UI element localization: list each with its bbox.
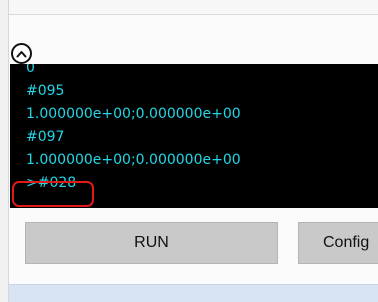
- console-line: 1.000000e+00;0.000000e+00: [26, 152, 241, 168]
- prompt-highlight-box: [12, 181, 94, 207]
- console-line: 1.000000e+00;0.000000e+00: [26, 106, 241, 122]
- collapse-button[interactable]: [11, 43, 32, 64]
- window-left-border: [0, 0, 9, 302]
- app-window: 0 #095 1.000000e+00;0.000000e+00 #097 1.…: [0, 0, 378, 302]
- config-button[interactable]: Config: [298, 222, 378, 264]
- console-lines: 0 #095 1.000000e+00;0.000000e+00 #097 1.…: [26, 64, 241, 195]
- top-panel: [9, 0, 378, 15]
- bottom-bar: [9, 284, 378, 302]
- chevron-up-icon: [16, 50, 27, 57]
- run-button[interactable]: RUN: [25, 222, 278, 264]
- console-line: #095: [26, 83, 65, 99]
- console-line: #097: [26, 129, 65, 145]
- console-line: 0: [26, 64, 35, 76]
